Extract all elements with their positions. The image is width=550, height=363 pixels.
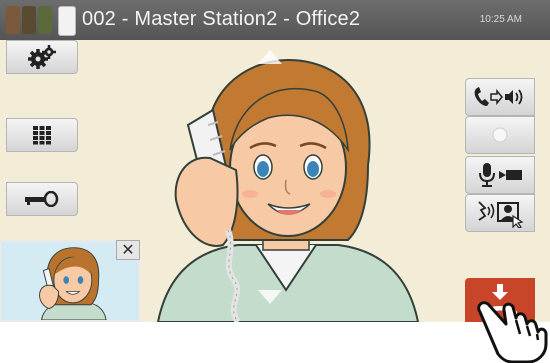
pan-up-icon[interactable]: [258, 50, 282, 64]
mic-video-button[interactable]: [465, 156, 535, 194]
settings-button[interactable]: [6, 40, 78, 74]
record-button[interactable]: [465, 116, 535, 154]
record-dot-icon: [492, 127, 508, 143]
caller-video: [156, 58, 420, 322]
status-indicator-3: [38, 6, 52, 34]
voice-to-video-icon: [478, 201, 524, 228]
keypad-button[interactable]: [6, 118, 78, 152]
status-bar: 002 - Master Station2 - Office2 10:25 AM: [0, 0, 550, 40]
pan-down-icon[interactable]: [258, 290, 282, 304]
status-indicator-4: [58, 6, 76, 36]
pointer-hand-icon: [477, 301, 548, 363]
status-indicator-2: [22, 6, 36, 34]
gears-icon: [28, 45, 56, 69]
door-release-button[interactable]: [6, 182, 78, 216]
clock: 10:25 AM: [479, 14, 522, 25]
voice-video-toggle-button[interactable]: [465, 194, 535, 232]
intercom-screen: 002 - Master Station2 - Office2 10:25 AM: [0, 0, 550, 322]
transfer-call-button[interactable]: [465, 78, 535, 116]
station-title: 002 - Master Station2 - Office2: [82, 8, 361, 30]
mic-and-video-icon: [479, 163, 522, 187]
key-icon: [25, 191, 59, 207]
keypad-icon: [33, 126, 51, 145]
pip-close-button[interactable]: ✕: [116, 240, 140, 260]
close-icon: ✕: [121, 242, 135, 259]
status-indicator-1: [6, 6, 20, 34]
handset-to-speaker-icon: [474, 87, 523, 106]
